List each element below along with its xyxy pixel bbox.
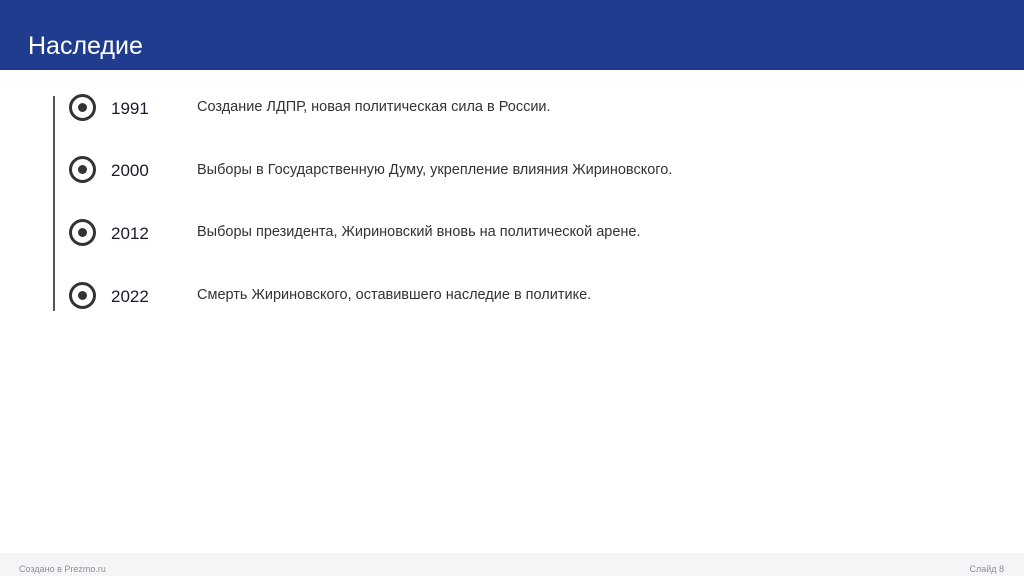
slide-footer: Создано в Prezmo.ru Слайд 8: [0, 553, 1024, 576]
event-text: Выборы президента, Жириновский вновь на …: [197, 224, 641, 240]
target-circle-icon: [69, 282, 96, 309]
event-text: Смерть Жириновского, оставившего наследи…: [197, 287, 592, 303]
timeline-event: 1991 Создание ЛДПР, новая политическая с…: [0, 94, 1024, 134]
target-circle-icon: [69, 156, 96, 183]
timeline-event: 2000 Выборы в Государственную Думу, укре…: [0, 156, 1024, 196]
slide-header: Наследие: [0, 0, 1024, 70]
event-year: 2022: [111, 287, 149, 306]
slide-number: Слайд 8: [969, 564, 1004, 574]
timeline-event: 2012 Выборы президента, Жириновский внов…: [0, 219, 1024, 259]
event-year: 2000: [111, 161, 149, 180]
event-text: Выборы в Государственную Думу, укреплени…: [197, 162, 673, 178]
footer-credit: Создано в Prezmo.ru: [19, 564, 106, 574]
event-year: 2012: [111, 224, 149, 243]
slide-title: Наследие: [28, 32, 143, 60]
event-text: Создание ЛДПР, новая политическая сила в…: [197, 99, 551, 115]
target-circle-icon: [69, 94, 96, 121]
target-circle-icon: [69, 219, 96, 246]
timeline-event: 2022 Смерть Жириновского, оставившего на…: [0, 282, 1024, 322]
event-year: 1991: [111, 99, 149, 118]
